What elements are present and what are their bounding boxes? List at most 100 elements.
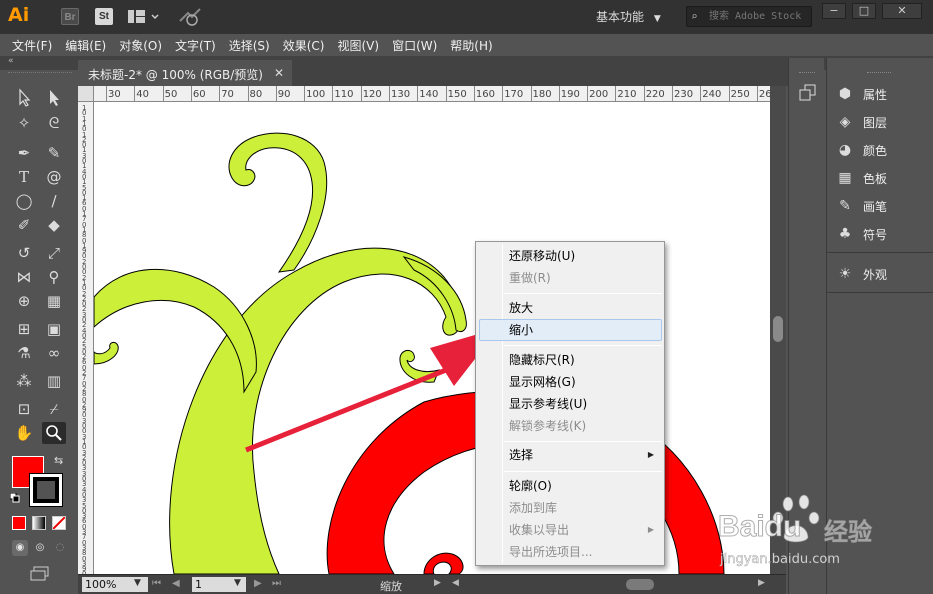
zoom-tool-icon[interactable] <box>42 422 66 444</box>
menu-select[interactable]: 选择(S) <box>229 37 270 54</box>
menu-file[interactable]: 文件(F) <box>12 37 52 54</box>
none-mode-icon[interactable] <box>52 516 66 530</box>
puppet-warp-tool-icon[interactable]: ⚲ <box>42 266 66 288</box>
vertical-scroll-thumb[interactable] <box>773 316 783 342</box>
draw-behind-icon[interactable]: ◎ <box>32 540 48 556</box>
menu-item-select[interactable]: 选择 <box>509 444 533 466</box>
default-colors-icon[interactable] <box>9 492 20 503</box>
menu-item-collect-for-export[interactable]: 收集以导出 <box>509 519 569 541</box>
shape-builder-tool-icon[interactable]: ⊕ <box>12 290 36 312</box>
lasso-tool-icon[interactable]: ᘓ <box>42 112 66 134</box>
maximize-button[interactable]: □ <box>852 3 876 19</box>
panel-swatches[interactable]: ▦ 色板 <box>835 166 931 190</box>
collapse-left-icon[interactable]: « <box>8 56 14 66</box>
panel-brushes[interactable]: ✎ 画笔 <box>835 194 931 218</box>
spiral-tool-icon[interactable]: @ <box>42 166 66 188</box>
menu-item-show-guides[interactable]: 显示参考线(U) <box>509 393 587 415</box>
artboards-panel-icon[interactable] <box>799 84 817 102</box>
magic-wand-tool-icon[interactable]: ✧ <box>12 112 36 134</box>
draw-inside-icon[interactable]: ◌ <box>52 540 68 556</box>
panel-appearance[interactable]: ☀ 外观 <box>835 262 931 286</box>
menu-item-export-selection[interactable]: 导出所选项目... <box>509 541 592 563</box>
screen-mode-icon[interactable] <box>30 566 50 582</box>
ellipse-tool-icon[interactable]: ◯ <box>12 190 36 212</box>
mesh-tool-icon[interactable]: ⊞ <box>12 318 36 340</box>
ruler-tick <box>106 86 107 101</box>
ruler-origin[interactable] <box>78 86 94 102</box>
last-artboard-icon[interactable]: ⏭ <box>272 578 281 589</box>
first-artboard-icon[interactable]: ⏮ <box>152 578 161 589</box>
selection-tool-icon[interactable] <box>12 86 36 108</box>
menu-item-undo-move[interactable]: 还原移动(U) <box>509 245 575 267</box>
gpu-performance-icon[interactable] <box>178 7 202 27</box>
menu-item-unlock-guides[interactable]: 解锁参考线(K) <box>509 415 586 437</box>
document-tab[interactable]: 未标题-2* @ 100% (RGB/预览) ✕ <box>78 60 292 86</box>
menu-view[interactable]: 视图(V) <box>337 37 379 54</box>
menu-help[interactable]: 帮助(H) <box>450 37 492 54</box>
panel-properties[interactable]: ⬢ 属性 <box>835 82 931 106</box>
menu-item-show-grid[interactable]: 显示网格(G) <box>509 371 576 393</box>
type-tool-icon[interactable]: T <box>12 166 36 188</box>
menu-item-zoom-in[interactable]: 放大 <box>509 297 533 319</box>
bridge-button[interactable]: Br <box>61 8 79 25</box>
menu-window[interactable]: 窗口(W) <box>392 37 437 54</box>
ruler-tick <box>615 86 617 101</box>
shaper-tool-icon[interactable]: ✐ <box>12 214 36 236</box>
curvature-tool-icon[interactable]: ✎ <box>42 142 66 164</box>
menu-item-zoom-out[interactable]: 缩小 <box>509 319 533 341</box>
stock-button[interactable]: St <box>95 8 113 25</box>
gradient-tool-icon[interactable]: ▣ <box>42 318 66 340</box>
color-mode-icon[interactable] <box>12 516 26 530</box>
panel-grip[interactable] <box>799 72 815 76</box>
draw-normal-icon[interactable]: ◉ <box>12 540 28 556</box>
menu-object[interactable]: 对象(O) <box>119 37 162 54</box>
toolbar-grip[interactable] <box>8 72 72 80</box>
artboard-dropdown-icon[interactable]: ▼ <box>234 578 241 588</box>
eraser-tool-icon[interactable]: ◆ <box>42 214 66 236</box>
panel-color[interactable]: ◕ 颜色 <box>835 138 931 162</box>
workspace-switcher[interactable]: 基本功能 ▼ <box>596 7 676 27</box>
symbol-sprayer-tool-icon[interactable]: ⁂ <box>12 370 36 392</box>
direct-selection-tool-icon[interactable] <box>42 86 66 108</box>
menu-item-outline[interactable]: 轮廓(O) <box>509 475 552 497</box>
pen-tool-icon[interactable]: ✒ <box>12 142 36 164</box>
panel-symbols[interactable]: ♣ 符号 <box>835 222 931 246</box>
close-button[interactable]: ✕ <box>882 3 922 19</box>
artboard-tool-icon[interactable]: ⊡ <box>12 398 36 420</box>
status-menu-icon[interactable]: ▶ <box>434 578 441 588</box>
width-tool-icon[interactable]: ⋈ <box>12 266 36 288</box>
scroll-left-icon[interactable]: ◀ <box>452 578 459 588</box>
zoom-dropdown-icon[interactable]: ▼ <box>134 578 141 588</box>
vertical-ruler[interactable]: 1011012013014015016017018019020021022023… <box>78 102 94 574</box>
horizontal-ruler[interactable]: 30 40 50 60 70 80 90 100 110 120 130 140 150 160 170 18… <box>94 86 770 102</box>
prev-artboard-icon[interactable]: ◀ <box>172 578 180 589</box>
menu-item-redo[interactable]: 重做(R) <box>509 267 551 289</box>
scale-tool-icon[interactable]: ⤢ <box>42 242 66 264</box>
panel-brushes-label: 画笔 <box>863 199 888 214</box>
menu-effect[interactable]: 效果(C) <box>283 37 325 54</box>
minimize-button[interactable]: − <box>822 3 846 19</box>
stock-search-input[interactable]: ⌕ 搜索 Adobe Stock <box>686 6 812 27</box>
horizontal-scroll-thumb[interactable] <box>626 579 654 590</box>
gradient-mode-icon[interactable] <box>32 516 46 530</box>
panel-grip[interactable] <box>867 72 891 76</box>
menu-item-add-to-library[interactable]: 添加到库 <box>509 497 557 519</box>
next-artboard-icon[interactable]: ▶ <box>254 578 262 589</box>
menu-item-hide-rulers[interactable]: 隐藏标尺(R) <box>509 349 575 371</box>
arrange-documents-icon[interactable] <box>128 10 160 24</box>
swap-colors-icon[interactable]: ⇆ <box>54 454 63 467</box>
stroke-color-swatch[interactable] <box>29 473 63 507</box>
panel-layers[interactable]: ◈ 图层 <box>835 110 931 134</box>
slice-tool-icon[interactable]: ⌿ <box>42 398 66 420</box>
artboard-canvas[interactable] <box>94 102 770 574</box>
hand-tool-icon[interactable]: ✋ <box>12 422 36 444</box>
column-graph-tool-icon[interactable]: ▥ <box>42 370 66 392</box>
perspective-grid-tool-icon[interactable]: ▦ <box>42 290 66 312</box>
rotate-tool-icon[interactable]: ↺ <box>12 242 36 264</box>
blend-tool-icon[interactable]: ∞ <box>42 342 66 364</box>
menu-edit[interactable]: 编辑(E) <box>65 37 106 54</box>
menu-type[interactable]: 文字(T) <box>175 37 216 54</box>
paintbrush-tool-icon[interactable]: ∕ <box>42 190 66 212</box>
close-tab-icon[interactable]: ✕ <box>274 66 284 80</box>
eyedropper-tool-icon[interactable]: ⚗ <box>12 342 36 364</box>
